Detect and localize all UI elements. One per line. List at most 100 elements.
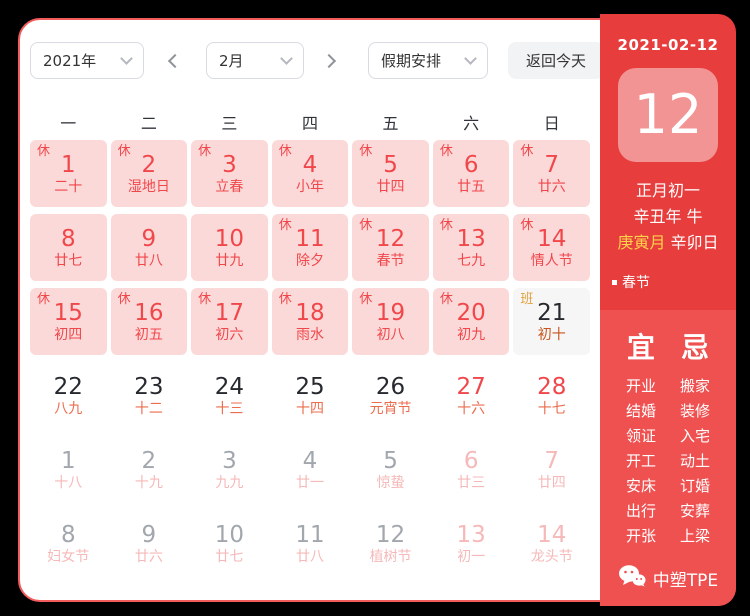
day-lunar-label: 初八 [377,328,405,342]
day-cell[interactable]: 22 八九 [30,362,107,429]
day-cell[interactable]: 10廿九 [191,214,268,281]
day-cell[interactable]: 休14情人节 [513,214,590,281]
day-cell[interactable]: 休2湿地日 [111,140,188,207]
day-cell[interactable]: 14龙头节 [513,510,590,577]
day-cell[interactable]: 8廿七 [30,214,107,281]
day-cell[interactable]: 休19初八 [352,288,429,355]
day-cell[interactable]: 休18雨水 [272,288,349,355]
yi-item: 领证 [626,424,656,449]
month-select-value: 2月 [219,50,244,71]
day-cell[interactable]: 休6廿五 [433,140,510,207]
day-cell[interactable]: 休20初九 [433,288,510,355]
day-lunar-label: 十七 [538,402,566,416]
day-cell[interactable]: 25十四 [272,362,349,429]
day-lunar-label: 廿五 [457,180,485,194]
festival-row: 春节 [612,272,736,292]
day-number: 12 [376,228,405,251]
day-cell[interactable]: 休13七九 [433,214,510,281]
day-cell[interactable]: 8妇女节 [30,510,107,577]
day-lunar-label: 廿六 [135,550,163,564]
day-cell[interactable]: 休16初五 [111,288,188,355]
day-number: 11 [295,524,324,547]
day-cell[interactable]: 班21初十 [513,288,590,355]
day-number: 5 [383,450,398,473]
ganzhi-year: 辛丑年 牛 [600,204,736,230]
day-number: 28 [537,376,566,399]
day-lunar-label: 廿四 [538,476,566,490]
day-cell[interactable]: 23十二 [111,362,188,429]
day-number: 2 [142,450,157,473]
day-cell[interactable]: 2十九 [111,436,188,503]
day-lunar-label: 二十 [54,180,82,194]
day-number: 12 [634,88,703,142]
day-number: 3 [222,450,237,473]
day-number: 11 [295,228,324,251]
yi-item: 开业 [626,374,656,399]
day-cell[interactable]: 1十八 [30,436,107,503]
rest-badge: 休 [198,293,211,306]
day-cell[interactable]: 休15初四 [30,288,107,355]
day-lunar-label: 十六 [457,402,485,416]
day-lunar-label: 雨水 [296,328,324,342]
calendar-grid: 休1二十休2湿地日休3立春休4小年休5廿四休6廿五休7廿六8廿七9廿八10廿九休… [30,140,590,577]
day-number: 26 [376,376,405,399]
day-lunar-label: 初五 [135,328,163,342]
day-cell[interactable]: 休7廿六 [513,140,590,207]
rest-badge: 休 [279,219,292,232]
day-cell[interactable]: 3九九 [191,436,268,503]
day-cell[interactable]: 休1二十 [30,140,107,207]
day-number: 2 [142,154,157,177]
day-lunar-label: 八九 [54,402,82,416]
year-select[interactable]: 2021年 [30,42,144,79]
day-lunar-label: 元宵节 [370,402,412,416]
day-cell[interactable]: 6廿三 [433,436,510,503]
day-cell[interactable]: 26 元宵节 [352,362,429,429]
chevron-right-icon[interactable] [322,53,336,67]
day-lunar-label: 十三 [215,402,243,416]
day-lunar-label: 廿七 [215,550,243,564]
day-cell[interactable]: 休11 除夕 [272,214,349,281]
day-cell[interactable]: 12植树节 [352,510,429,577]
day-cell[interactable]: 9廿八 [111,214,188,281]
day-number: 5 [383,154,398,177]
day-cell[interactable]: 7廿四 [513,436,590,503]
day-card: 12 [618,68,718,162]
day-cell[interactable]: 28 十七 [513,362,590,429]
day-cell[interactable]: 休17初六 [191,288,268,355]
yi-item: 结婚 [626,399,656,424]
back-to-today-button[interactable]: 返回今天 [508,42,604,79]
year-select-value: 2021年 [43,50,96,71]
yi-title: 宜 [626,326,656,366]
lunar-date: 正月初一 [600,178,736,204]
ji-item: 上梁 [680,524,710,549]
day-cell[interactable]: 11廿八 [272,510,349,577]
day-cell[interactable]: 休5廿四 [352,140,429,207]
day-cell[interactable]: 5惊蛰 [352,436,429,503]
rest-badge: 休 [520,219,533,232]
day-cell[interactable]: 休4小年 [272,140,349,207]
day-cell[interactable]: 27十六 [433,362,510,429]
day-cell[interactable]: 24十三 [191,362,268,429]
chevron-left-icon[interactable] [168,53,182,67]
day-number: 9 [142,524,157,547]
day-cell[interactable]: 休3立春 [191,140,268,207]
month-select[interactable]: 2月 [206,42,304,79]
holiday-select[interactable]: 假期安排 [368,42,488,79]
holiday-select-value: 假期安排 [381,50,441,71]
day-number: 22 [54,376,83,399]
day-cell[interactable]: 10廿七 [191,510,268,577]
ji-column: 忌 搬家装修入宅动土订婚安葬上梁 [680,326,710,549]
day-number: 16 [134,302,163,325]
rest-badge: 休 [359,219,372,232]
ji-item: 订婚 [680,474,710,499]
day-lunar-label: 初四 [54,328,82,342]
day-cell[interactable]: 9 廿六 [111,510,188,577]
day-lunar-label: 龙头节 [531,550,573,564]
sidebar-date: 2021-02-12 [600,36,736,54]
almanac-section: 宜 开业结婚领证开工安床出行开张 忌 搬家装修入宅动土订婚安葬上梁 [600,310,736,606]
day-cell[interactable]: 13初一 [433,510,510,577]
day-cell[interactable]: 4廿一 [272,436,349,503]
day-cell[interactable]: 休12春节 [352,214,429,281]
day-lunar-label: 除夕 [296,254,324,268]
day-number: 25 [295,376,324,399]
